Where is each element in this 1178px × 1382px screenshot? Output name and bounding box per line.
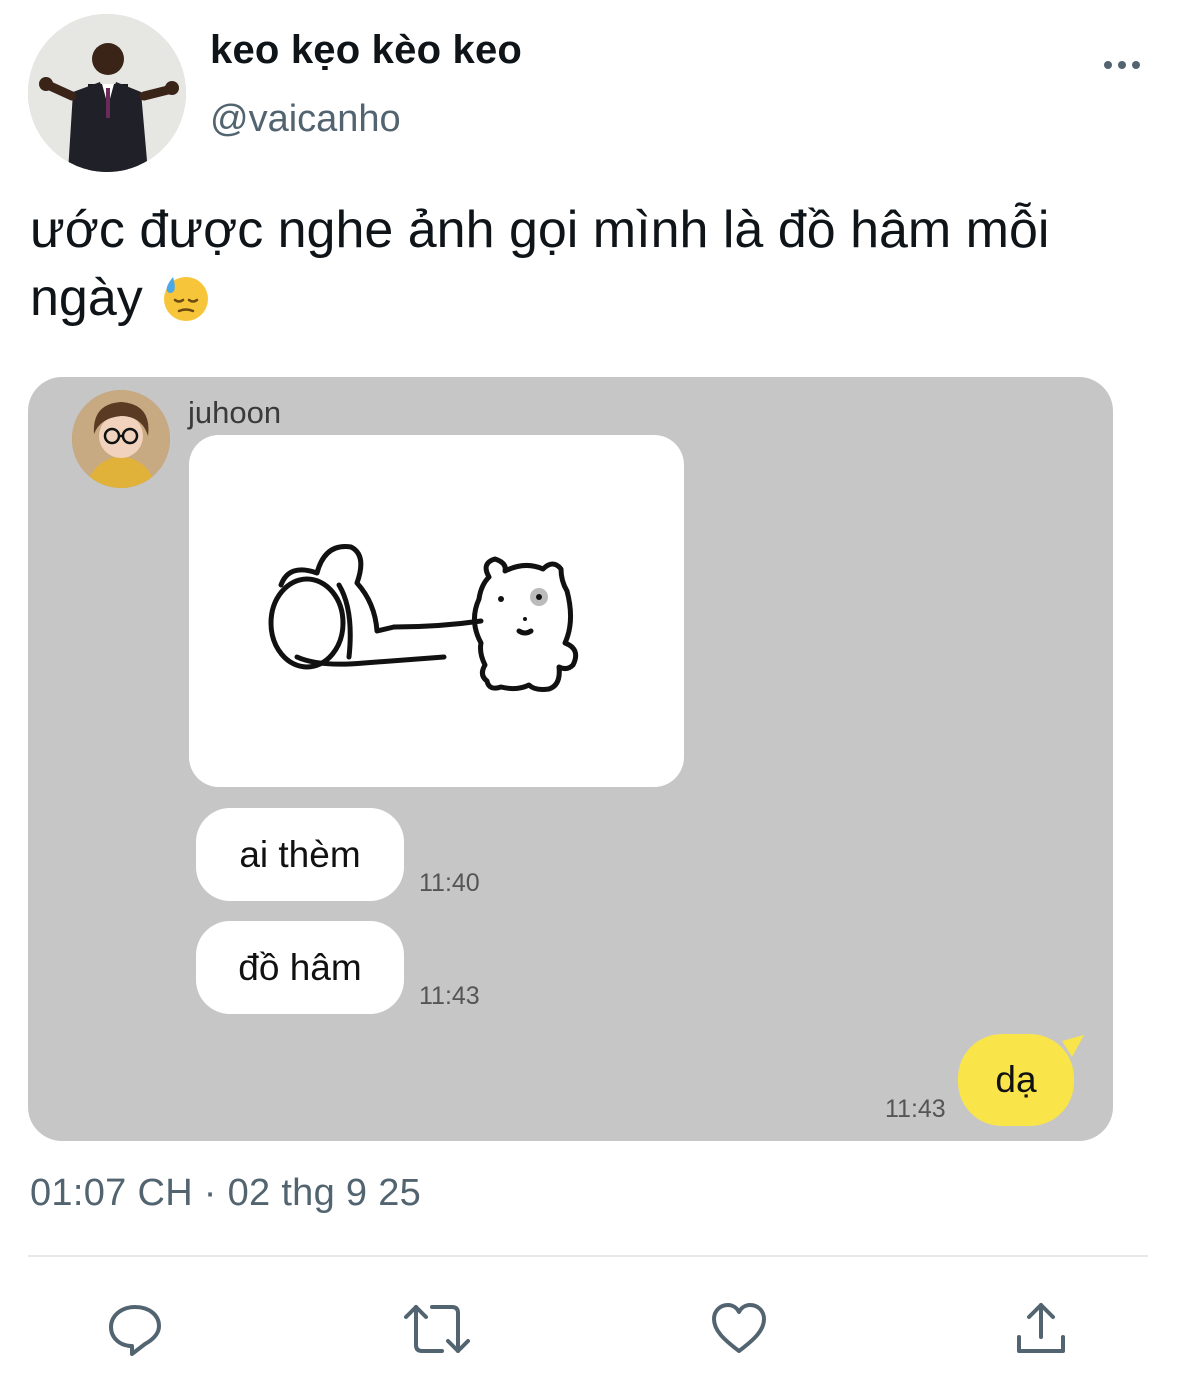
- tweet-text: ước được nghe ảnh gọi mình là đồ hâm mỗi…: [30, 196, 1150, 332]
- chat-reply-text: dạ: [995, 1059, 1037, 1100]
- downcast-face-with-sweat-icon: [164, 277, 209, 321]
- chat-message-text: ai thèm: [239, 833, 361, 875]
- share-button[interactable]: [1006, 1294, 1076, 1364]
- sticker-message: [189, 435, 684, 787]
- chat-contact-name: juhoon: [188, 395, 282, 430]
- more-options-button[interactable]: [1090, 48, 1154, 82]
- retweet-icon: [404, 1305, 470, 1353]
- bubble-tail-icon: [1062, 1035, 1084, 1057]
- like-icon: [712, 1303, 766, 1353]
- author-handle[interactable]: @vaicanho: [210, 98, 401, 141]
- share-icon: [1017, 1303, 1065, 1353]
- tweet-timestamp[interactable]: 01:07 CH · 02 thg 9 25: [30, 1172, 421, 1215]
- media-image[interactable]: juhoon ai thèm 11:40 đồ hâm 11:43 11:43 …: [28, 377, 1113, 1141]
- chat-message-time: 11:43: [419, 982, 480, 1010]
- chat-message-text: đồ hâm: [238, 946, 362, 988]
- chat-reply-time: 11:43: [885, 1095, 946, 1123]
- divider: [28, 1255, 1148, 1257]
- like-button[interactable]: [704, 1294, 774, 1364]
- more-dot-icon: [1104, 61, 1112, 69]
- chat-message-bubble: đồ hâm: [196, 921, 404, 1014]
- author-avatar[interactable]: [28, 14, 186, 172]
- author-display-name[interactable]: keo kẹo kèo keo: [210, 28, 522, 73]
- chat-message-bubble: ai thèm: [196, 808, 404, 901]
- retweet-button[interactable]: [402, 1294, 472, 1364]
- reply-button[interactable]: [100, 1294, 170, 1364]
- thumbs-up-bear-sticker-icon: [268, 544, 579, 692]
- chat-message-time: 11:40: [419, 869, 480, 897]
- more-dot-icon: [1118, 61, 1126, 69]
- chat-reply-bubble: dạ: [958, 1034, 1074, 1126]
- chat-contact-avatar: [72, 390, 170, 488]
- more-dot-icon: [1132, 61, 1140, 69]
- reply-icon: [109, 1305, 161, 1356]
